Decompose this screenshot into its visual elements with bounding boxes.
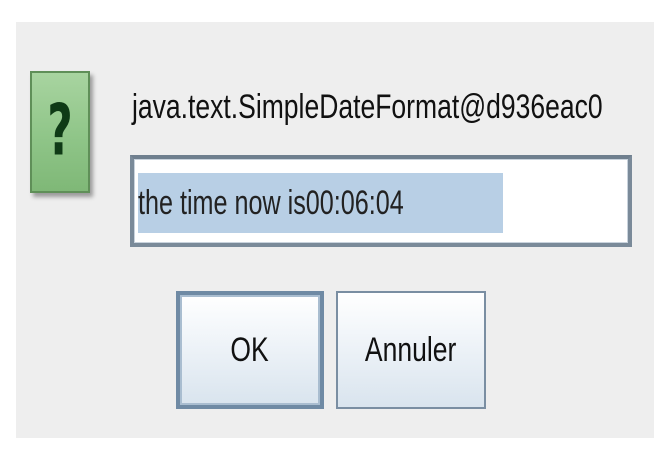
cancel-button-label: Annuler — [365, 331, 457, 369]
ok-button[interactable]: OK — [176, 291, 324, 409]
input-value: the time now is00:06:04 — [138, 184, 404, 222]
input-field[interactable]: the time now is00:06:04 — [130, 155, 632, 247]
question-icon: ? — [30, 71, 90, 193]
dialog-edge — [654, 0, 667, 458]
selected-text: the time now is00:06:04 — [138, 173, 504, 233]
dialog-message: java.text.SimpleDateFormat@d936eac0 — [132, 88, 603, 126]
question-mark-glyph: ? — [47, 90, 73, 172]
cancel-button[interactable]: Annuler — [336, 291, 486, 409]
ok-button-label: OK — [230, 331, 270, 369]
